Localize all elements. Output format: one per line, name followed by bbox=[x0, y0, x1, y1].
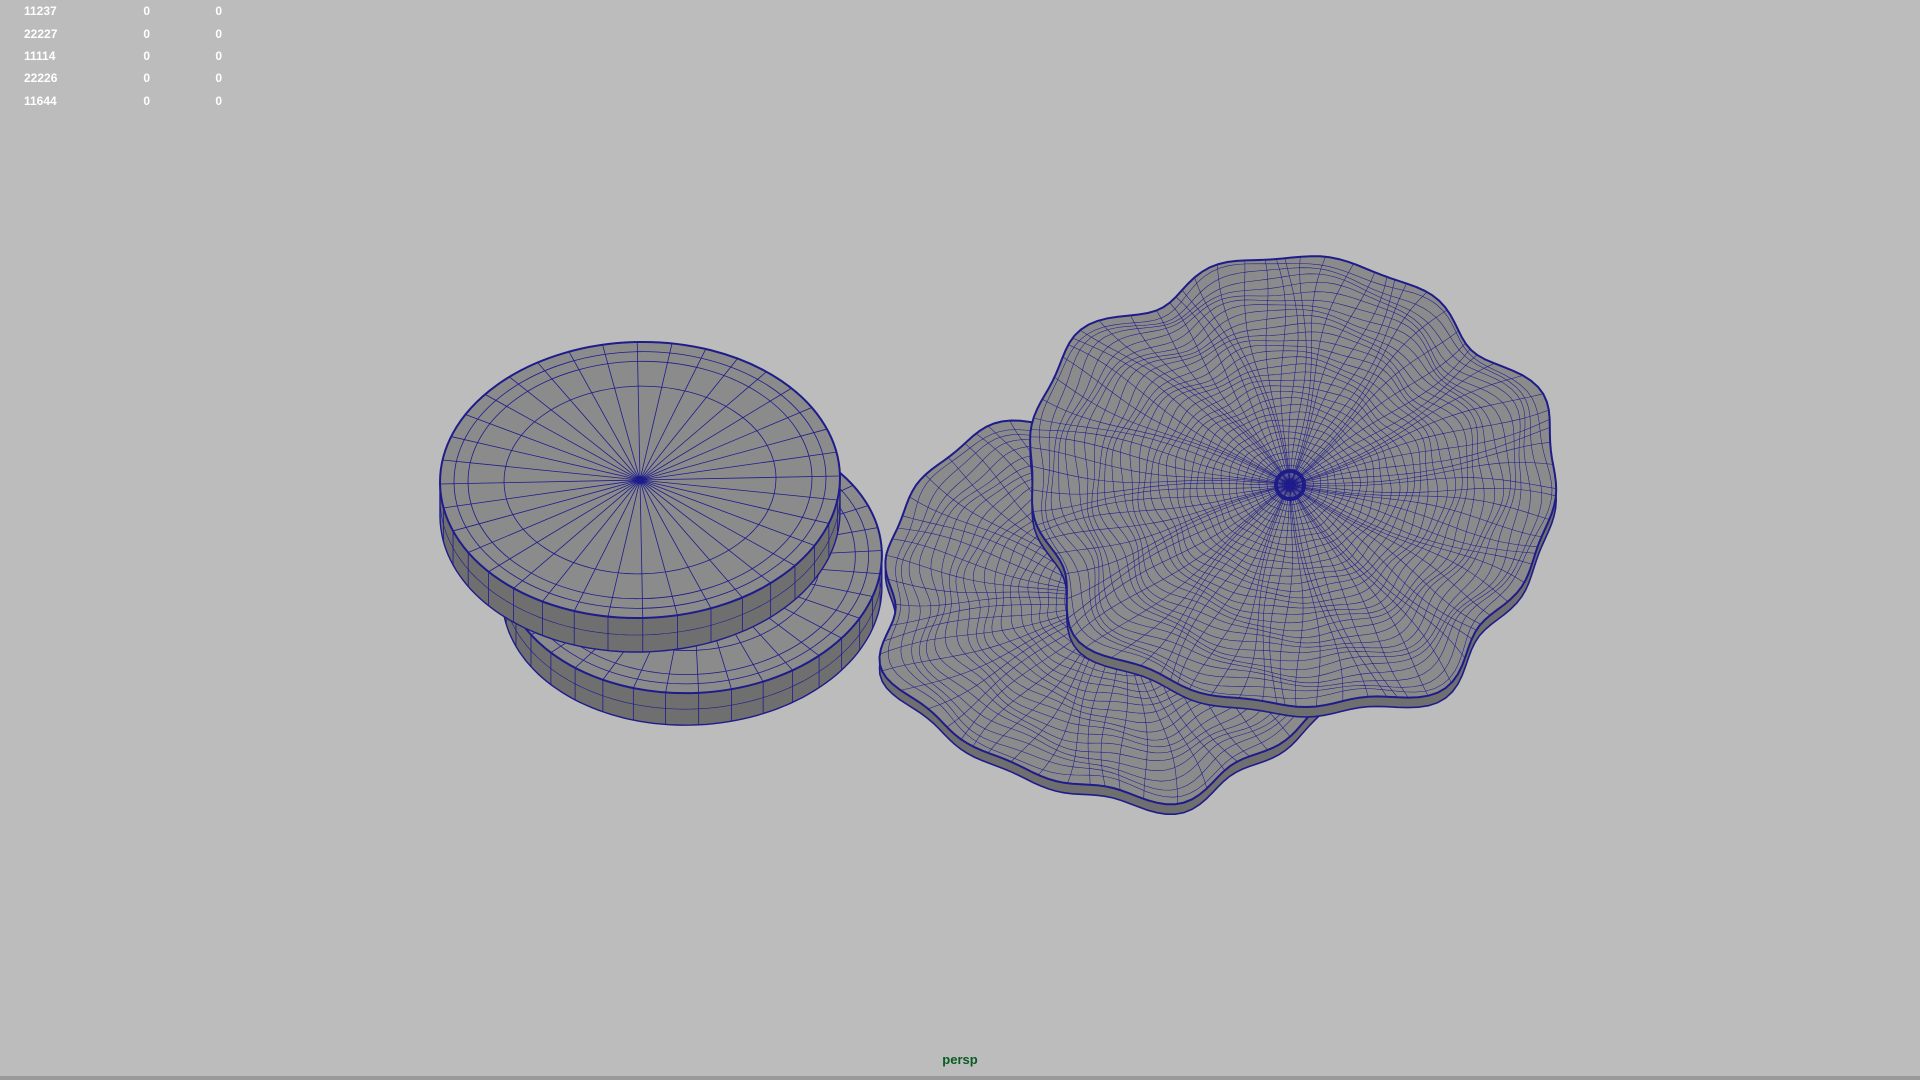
viewport-border bbox=[0, 1076, 1920, 1080]
camera-label: persp bbox=[942, 1052, 978, 1067]
cylinder-slice-top[interactable] bbox=[437, 338, 842, 653]
organic-slice-front[interactable] bbox=[1029, 255, 1558, 718]
scene-geometry[interactable] bbox=[0, 0, 1920, 1080]
3d-viewport[interactable]: 11237 0 0 22227 0 0 11114 0 0 22226 0 0 … bbox=[0, 0, 1920, 1080]
